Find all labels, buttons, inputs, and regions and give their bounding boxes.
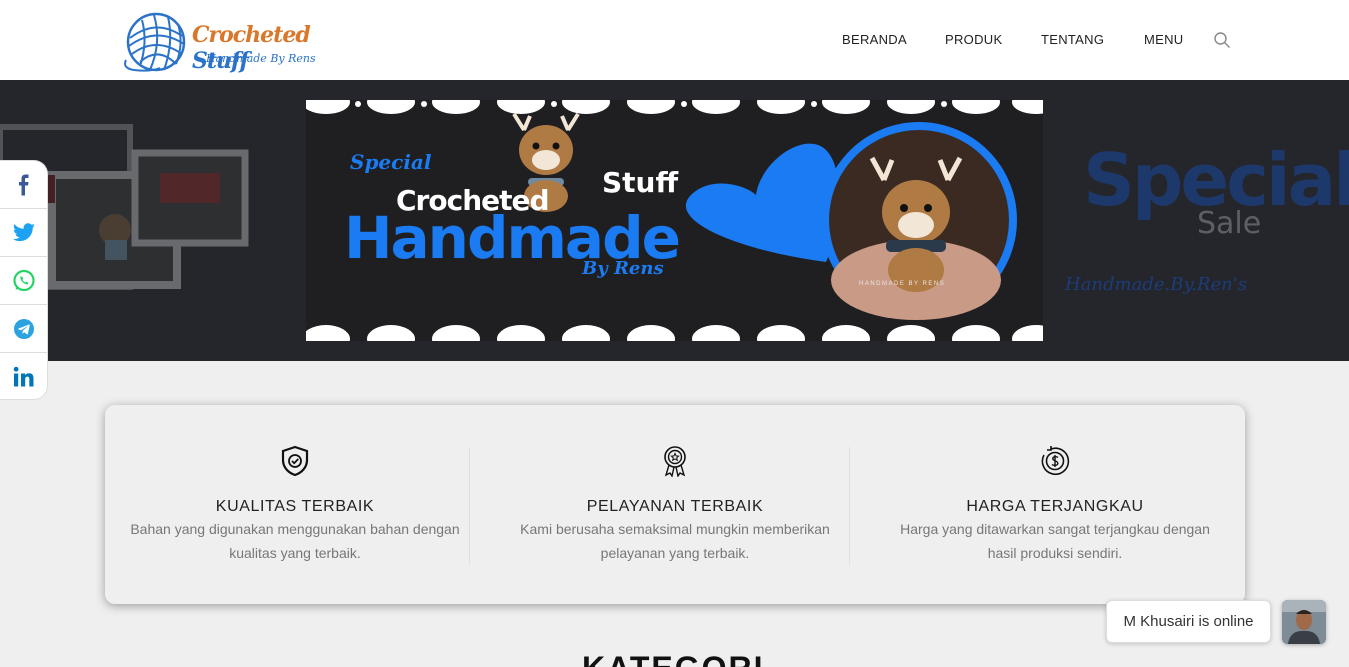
social-share-bar (0, 160, 48, 400)
banner-stuff-text: Stuff (602, 166, 679, 199)
faded-tagline-text: Handmade.By.Ren's (1065, 274, 1247, 295)
telegram-icon (13, 318, 34, 339)
nav-beranda[interactable]: BERANDA (842, 32, 907, 47)
logo-title: Crocheted Stuff (192, 22, 330, 74)
feature-title: PELAYANAN TERBAIK (586, 498, 764, 515)
feature-title: KUALITAS TERBAIK (215, 498, 375, 515)
banner-special-text: Special (350, 150, 432, 174)
nav-produk[interactable]: PRODUK (945, 32, 1002, 47)
agent-photo (1282, 600, 1326, 644)
logo-title-part1: Crocheted (192, 22, 311, 48)
whatsapp-icon (12, 269, 35, 291)
share-whatsapp-button[interactable] (0, 257, 47, 305)
site-header: Crocheted Stuff Handmade By Rens BERANDA… (0, 0, 1349, 80)
award-badge-icon (664, 446, 686, 477)
feature-divider (469, 447, 470, 565)
faded-sale-text: Sale (1197, 206, 1262, 241)
feature-quality: KUALITAS TERBAIK Bahan yang digunakan me… (105, 405, 485, 604)
share-twitter-button[interactable] (0, 209, 47, 257)
search-icon[interactable] (1213, 31, 1231, 49)
feature-description: Bahan yang digunakan menggunakan bahan d… (130, 521, 460, 561)
dollar-coin-icon (1041, 446, 1070, 475)
facebook-icon (18, 174, 28, 195)
feature-price: HARGA TERJANGKAU Harga yang ditawarkan s… (865, 405, 1245, 604)
logo-tagline: Handmade By Rens (206, 52, 316, 65)
nav-menu[interactable]: MENU (1144, 32, 1183, 47)
features-card: KUALITAS TERBAIK Bahan yang digunakan me… (105, 405, 1245, 604)
share-telegram-button[interactable] (0, 305, 47, 353)
chat-status-pill[interactable]: M Khusairi is online (1106, 600, 1271, 643)
feature-service: PELAYANAN TERBAIK Kami berusaha semaksim… (485, 405, 865, 604)
faded-sale-graphic: Special Sale Handmade.By.Ren's (1065, 120, 1349, 320)
feature-description: Kami berusaha semaksimal mungkin memberi… (520, 521, 830, 561)
feature-divider (849, 447, 850, 565)
nav-tentang[interactable]: TENTANG (1041, 32, 1104, 47)
site-logo[interactable]: Crocheted Stuff Handmade By Rens (120, 8, 330, 74)
photo-caption: HANDMADE BY RENS (859, 281, 946, 287)
feature-description: Harga yang ditawarkan sangat terjangkau … (900, 521, 1210, 561)
kategori-heading: KATEGORI (582, 650, 765, 667)
hero-banner[interactable]: Special Crocheted Stuff Handmade By Rens… (306, 100, 1043, 341)
feature-title: HARGA TERJANGKAU (966, 498, 1144, 515)
linkedin-icon (13, 366, 33, 387)
share-facebook-button[interactable] (0, 161, 47, 209)
twitter-icon (12, 222, 35, 241)
banner-byrens-text: By Rens (582, 258, 664, 279)
yarn-ball-icon (124, 12, 186, 72)
share-linkedin-button[interactable] (0, 353, 47, 401)
shield-check-icon (281, 445, 309, 477)
chat-avatar[interactable] (1282, 600, 1326, 644)
